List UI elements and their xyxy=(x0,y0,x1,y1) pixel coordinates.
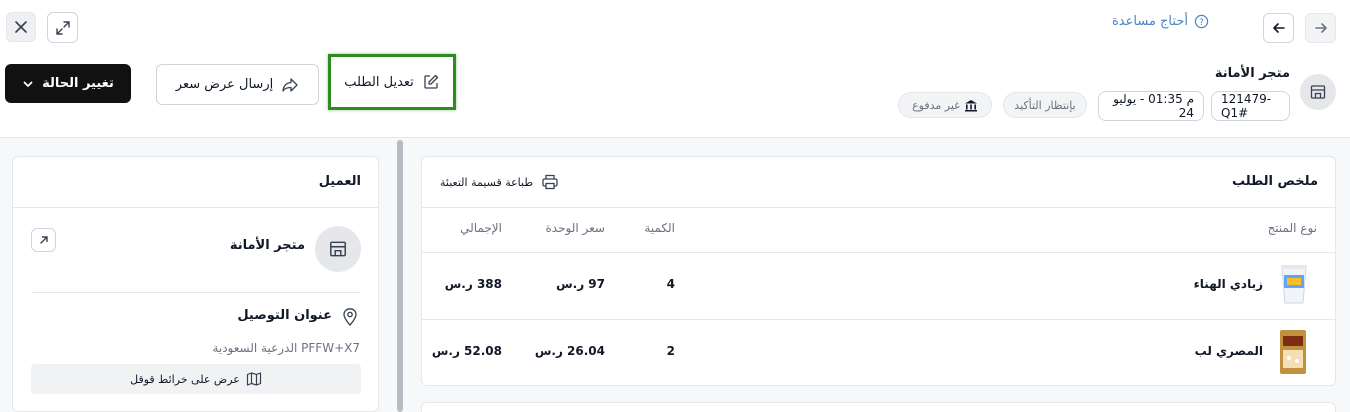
product-quantity: 4 xyxy=(666,277,675,291)
share-forward-icon xyxy=(282,77,298,92)
arrow-left-icon xyxy=(1272,23,1285,33)
product-name: المصري لب xyxy=(1194,344,1263,358)
print-packing-slip-button[interactable]: طباعة قسيمة التعبئة xyxy=(440,171,559,193)
change-status-label: تغيير الحالة xyxy=(42,76,114,91)
forward-button[interactable] xyxy=(1305,13,1336,43)
expand-icon xyxy=(55,20,70,35)
product-unit-price: 26.04 ر.س xyxy=(534,344,605,358)
help-icon: ? xyxy=(1194,14,1209,28)
payment-badge: غير مدفوع xyxy=(898,92,992,118)
open-customer-button[interactable] xyxy=(31,228,56,252)
bank-icon xyxy=(964,99,977,111)
scrollbar[interactable] xyxy=(397,140,403,412)
send-quote-button[interactable]: إرسال عرض سعر xyxy=(156,64,319,105)
back-button[interactable] xyxy=(1263,13,1294,43)
map-icon xyxy=(246,372,261,386)
column-unit-price: سعر الوحدة xyxy=(545,221,605,235)
column-total: الإجمالي xyxy=(460,221,502,235)
order-id: 121479-Q1# xyxy=(1221,92,1272,120)
send-quote-label: إرسال عرض سعر xyxy=(175,77,274,92)
change-status-button[interactable]: تغيير الحالة xyxy=(5,64,131,103)
edit-order-label: تعديل الطلب xyxy=(344,74,414,90)
edit-order-button[interactable]: تعديل الطلب xyxy=(332,58,452,106)
customer-divider xyxy=(13,207,378,208)
location-pin-icon xyxy=(343,308,357,326)
close-button[interactable] xyxy=(6,12,36,42)
product-unit-price: 97 ر.س xyxy=(556,277,605,291)
expand-button[interactable] xyxy=(47,12,78,43)
address-title: عنوان التوصيل xyxy=(237,308,332,323)
arrow-right-icon xyxy=(1314,23,1327,33)
store-icon xyxy=(330,241,346,257)
customer-title: العميل xyxy=(318,174,361,189)
store-icon xyxy=(1310,85,1326,99)
table-header: نوع المنتج الكمية سعر الوحدة الإجمالي xyxy=(422,208,1335,252)
order-summary-card: ملخص الطلب طباعة قسيمة التعبئة نوع المنت… xyxy=(421,156,1336,386)
product-name: زبادي الهناء xyxy=(1193,277,1263,291)
product-image-seeds xyxy=(1277,328,1309,376)
svg-text:?: ? xyxy=(1199,16,1203,26)
view-on-map-button[interactable]: عرض على خرائط قوقل xyxy=(31,364,361,394)
map-label: عرض على خرائط قوقل xyxy=(130,372,240,386)
product-quantity: 2 xyxy=(666,344,675,358)
status-badge: بإنتظار التأكيد xyxy=(1003,92,1087,118)
address-text: PFFW+X7 الدرعية السعودية xyxy=(212,341,360,355)
order-datetime: م 01:35 - يوليو 24 xyxy=(1113,92,1194,120)
order-summary-title: ملخص الطلب xyxy=(1231,174,1318,189)
printer-icon xyxy=(542,174,558,190)
customer-card: العميل متجر الأمانة عنوان التوصيل PFFW+X… xyxy=(12,156,379,412)
order-datetime-badge: م 01:35 - يوليو 24 xyxy=(1098,91,1204,121)
chevron-down-icon xyxy=(23,81,33,87)
column-quantity: الكمية xyxy=(644,221,675,235)
status-label: بإنتظار التأكيد xyxy=(1014,98,1076,112)
next-card xyxy=(421,402,1336,412)
help-label: أحتاج مساعدة xyxy=(1112,13,1188,29)
order-id-badge: 121479-Q1# xyxy=(1211,91,1290,121)
print-label: طباعة قسيمة التعبئة xyxy=(440,175,534,189)
customer-avatar xyxy=(315,226,361,272)
close-icon xyxy=(15,21,27,33)
store-name: متجر الأمانة xyxy=(1214,66,1290,81)
arrow-up-right-icon xyxy=(39,236,48,244)
customer-section-divider xyxy=(31,292,361,293)
table-row[interactable]: زبادي الهناء 4 97 ر.س 388 ر.س xyxy=(422,253,1335,319)
product-total: 388 ر.س xyxy=(444,277,502,291)
product-total: 52.08 ر.س xyxy=(431,344,502,358)
customer-name: متجر الأمانة xyxy=(229,238,305,253)
product-image-yogurt xyxy=(1277,263,1311,307)
payment-label: غير مدفوع xyxy=(912,98,960,112)
column-product: نوع المنتج xyxy=(1267,221,1317,235)
help-link[interactable]: ? أحتاج مساعدة xyxy=(1112,10,1209,32)
table-row[interactable]: المصري لب 2 26.04 ر.س 52.08 ر.س xyxy=(422,320,1335,386)
store-avatar xyxy=(1300,74,1336,110)
edit-icon xyxy=(424,74,438,89)
